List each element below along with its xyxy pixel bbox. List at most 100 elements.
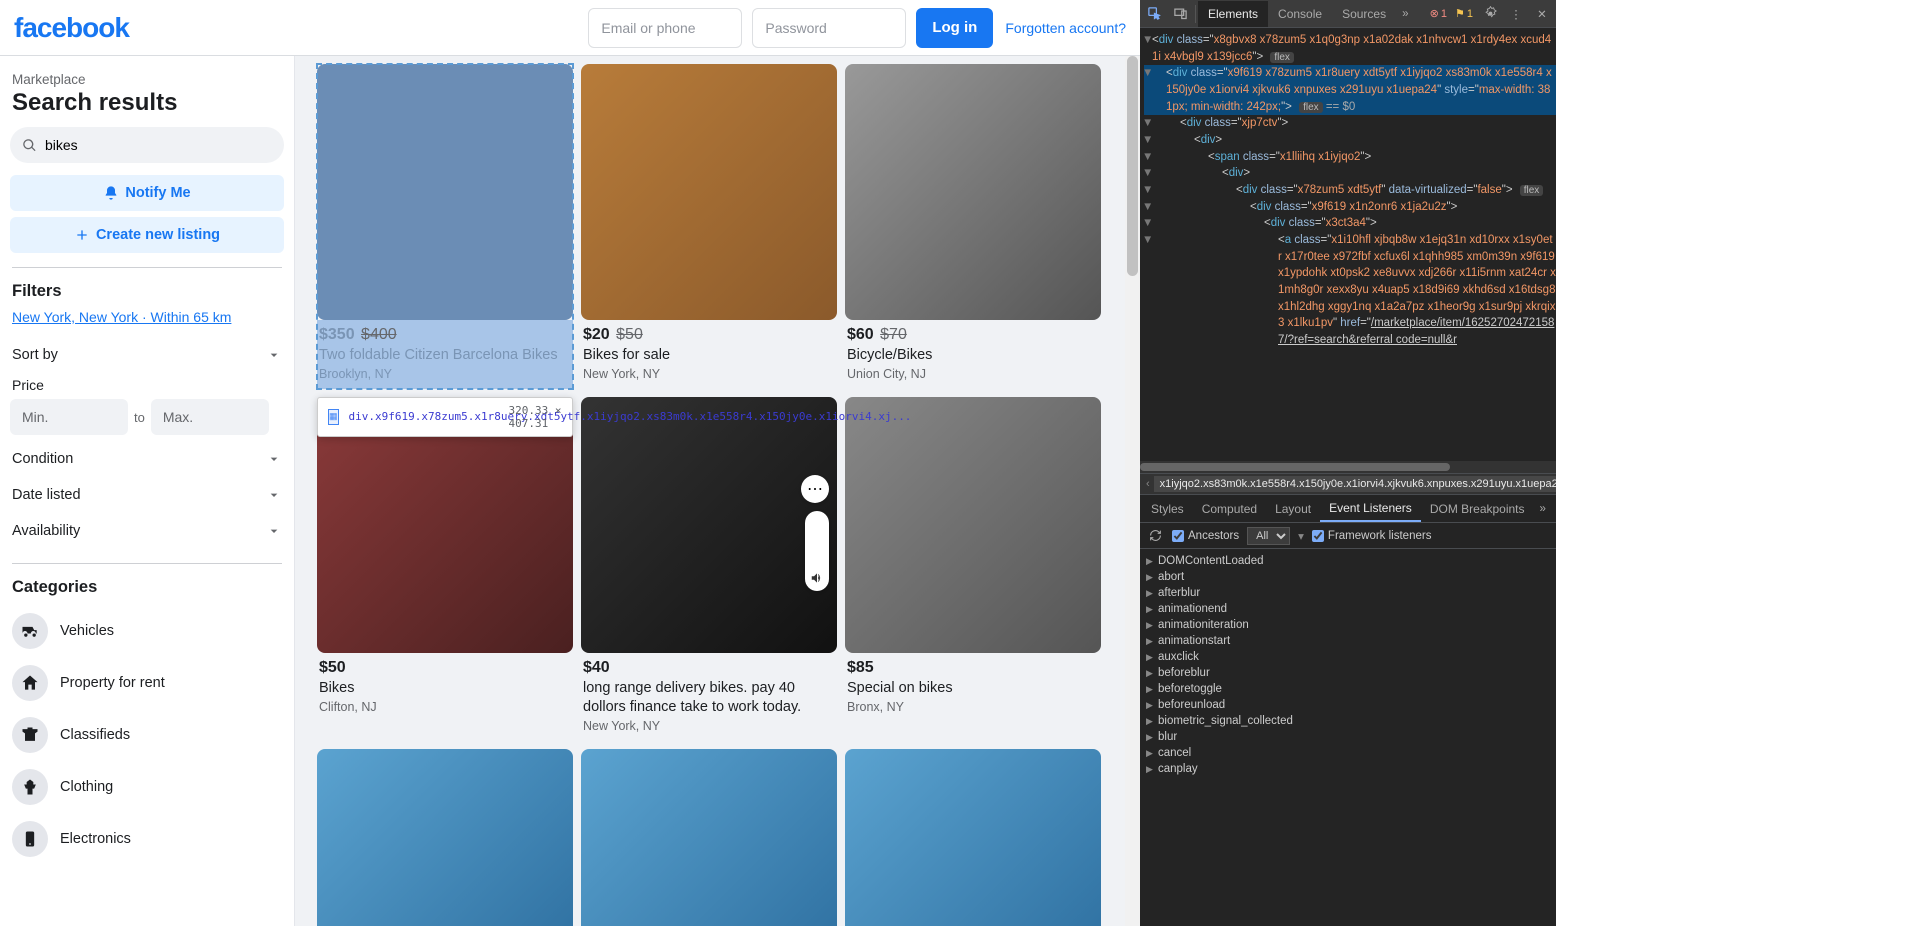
scope-select[interactable]: All	[1247, 527, 1290, 545]
ancestors-checkbox[interactable]: Ancestors	[1172, 530, 1239, 542]
marketplace-label: Marketplace	[12, 72, 282, 87]
listing-card[interactable]: ▦div.x9f619.x78zum5.x1r8uery.xdt5ytf.x1i…	[317, 397, 573, 741]
event-listeners-list[interactable]: DOMContentLoadedabortafterbluranimatione…	[1140, 549, 1556, 919]
listing-price: $350 $400	[319, 326, 571, 344]
inspect-tooltip: ▦div.x9f619.x78zum5.x1r8uery.xdt5ytf.x1i…	[317, 397, 573, 437]
search-input[interactable]	[45, 137, 272, 153]
event-auxclick[interactable]: auxclick	[1140, 649, 1556, 665]
listing-card[interactable]	[845, 749, 1101, 926]
tab-dom-breakpoints[interactable]: DOM Breakpoints	[1421, 496, 1534, 522]
tab-elements[interactable]: Elements	[1198, 1, 1268, 27]
dom-hscroll[interactable]	[1140, 461, 1556, 473]
framework-checkbox[interactable]: Framework listeners	[1312, 530, 1432, 542]
category-icon	[12, 769, 48, 805]
price-min-input[interactable]	[10, 399, 128, 435]
category-electronics[interactable]: Electronics	[10, 813, 284, 865]
listing-card[interactable]: $60 $70 Bicycle/Bikes Union City, NJ	[845, 64, 1101, 389]
page-title: Search results	[12, 89, 282, 117]
breadcrumb[interactable]: ‹ x1iyjqo2.xs83m0k.x1e558r4.x150jy0e.x1i…	[1140, 473, 1556, 495]
event-animationend[interactable]: animationend	[1140, 601, 1556, 617]
location-filter[interactable]: New York, New York · Within 65 km	[12, 309, 282, 325]
event-DOMContentLoaded[interactable]: DOMContentLoaded	[1140, 553, 1556, 569]
event-animationstart[interactable]: animationstart	[1140, 633, 1556, 649]
top-bar: facebook Log in Forgotten account?	[0, 0, 1140, 56]
listing-title: Special on bikes	[847, 679, 1099, 698]
tab-computed[interactable]: Computed	[1193, 496, 1266, 522]
notify-button[interactable]: Notify Me	[10, 175, 284, 211]
listing-card[interactable]: $350 $400 Two foldable Citizen Barcelona …	[317, 64, 573, 389]
scrollbar[interactable]	[1125, 56, 1140, 926]
event-beforeblur[interactable]: beforeblur	[1140, 665, 1556, 681]
password-input[interactable]	[752, 8, 906, 48]
sound-pill[interactable]	[805, 511, 829, 591]
close-icon[interactable]: ✕	[1529, 1, 1555, 27]
event-canplay[interactable]: canplay	[1140, 761, 1556, 777]
category-icon	[12, 821, 48, 857]
listing-title: Two foldable Citizen Barcelona Bikes	[319, 346, 571, 365]
price-label: Price	[12, 377, 282, 393]
listeners-toolbar: Ancestors All ▾ Framework listeners	[1140, 523, 1556, 549]
listing-location: New York, NY	[583, 367, 835, 381]
event-cancel[interactable]: cancel	[1140, 745, 1556, 761]
login-button[interactable]: Log in	[916, 8, 993, 48]
date-filter[interactable]: Date listed	[10, 477, 284, 513]
tab-styles[interactable]: Styles	[1142, 496, 1193, 522]
tab-console[interactable]: Console	[1268, 1, 1332, 27]
event-blur[interactable]: blur	[1140, 729, 1556, 745]
price-max-input[interactable]	[151, 399, 269, 435]
sidebar: Marketplace Search results Notify Me Cre…	[0, 56, 295, 926]
tab-sources[interactable]: Sources	[1332, 1, 1396, 27]
email-input[interactable]	[588, 8, 742, 48]
condition-filter[interactable]: Condition	[10, 441, 284, 477]
device-icon[interactable]	[1167, 1, 1193, 27]
menu-icon[interactable]: ⋮	[1503, 1, 1529, 27]
dom-tree[interactable]: ▼<div class="x8gbvx8 x78zum5 x1q0g3np x1…	[1140, 28, 1556, 473]
event-beforeunload[interactable]: beforeunload	[1140, 697, 1556, 713]
chevron-down-icon	[266, 523, 282, 539]
sort-filter[interactable]: Sort by	[10, 337, 284, 373]
event-afterblur[interactable]: afterblur	[1140, 585, 1556, 601]
error-badge[interactable]: ⊗1	[1426, 7, 1451, 20]
listing-card[interactable]: $85Special on bikesBronx, NY	[845, 397, 1101, 741]
create-listing-button[interactable]: Create new listing	[10, 217, 284, 253]
listing-location: New York, NY	[583, 719, 835, 733]
category-property-for-rent[interactable]: Property for rent	[10, 657, 284, 709]
event-biometric_signal_collected[interactable]: biometric_signal_collected	[1140, 713, 1556, 729]
bell-icon	[103, 185, 119, 201]
listing-price: $60 $70	[847, 326, 1099, 344]
category-icon	[12, 717, 48, 753]
create-label: Create new listing	[96, 227, 220, 243]
forgot-link[interactable]: Forgotten account?	[1005, 20, 1126, 36]
listing-location: Union City, NJ	[847, 367, 1099, 381]
more-subtabs-icon[interactable]: »	[1534, 503, 1552, 515]
event-animationiteration[interactable]: animationiteration	[1140, 617, 1556, 633]
event-abort[interactable]: abort	[1140, 569, 1556, 585]
search-box[interactable]	[10, 127, 284, 163]
main-content: $350 $400 Two foldable Citizen Barcelona …	[295, 56, 1140, 926]
more-tabs-icon[interactable]: »	[1396, 8, 1414, 20]
refresh-icon[interactable]	[1146, 523, 1164, 549]
categories-heading: Categories	[12, 578, 282, 597]
notify-label: Notify Me	[125, 185, 190, 201]
category-vehicles[interactable]: Vehicles	[10, 605, 284, 657]
tab-event-listeners[interactable]: Event Listeners	[1320, 496, 1421, 522]
listing-card[interactable]	[581, 749, 837, 926]
inspect-icon[interactable]	[1141, 1, 1167, 27]
listing-card[interactable]: $20 $50Bikes for saleNew York, NY	[581, 64, 837, 389]
category-clothing[interactable]: Clothing	[10, 761, 284, 813]
listing-price: $85	[847, 659, 1099, 677]
availability-filter[interactable]: Availability	[10, 513, 284, 549]
listing-location: Clifton, NJ	[319, 700, 571, 714]
chevron-down-icon	[266, 451, 282, 467]
listing-card[interactable]	[317, 749, 573, 926]
tab-layout[interactable]: Layout	[1266, 496, 1320, 522]
more-icon[interactable]: ⋯	[801, 475, 829, 503]
category-icon	[12, 665, 48, 701]
listing-title: Bicycle/Bikes	[847, 346, 1099, 365]
settings-icon[interactable]	[1477, 1, 1503, 27]
event-beforetoggle[interactable]: beforetoggle	[1140, 681, 1556, 697]
listing-title: Bikes for sale	[583, 346, 835, 365]
warning-badge[interactable]: ⚑1	[1451, 7, 1477, 20]
listing-card[interactable]: ⋯$40long range delivery bikes. pay 40 do…	[581, 397, 837, 741]
category-classifieds[interactable]: Classifieds	[10, 709, 284, 761]
